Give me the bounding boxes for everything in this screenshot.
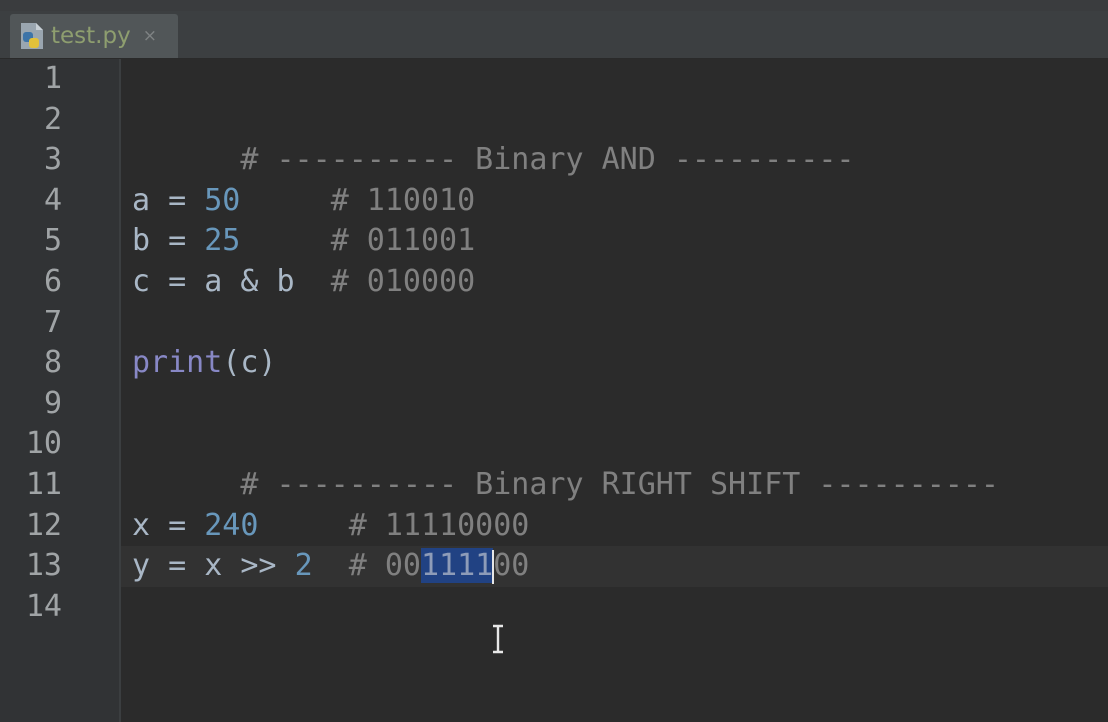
operator: = xyxy=(150,507,205,543)
line-number: 12 xyxy=(25,507,62,543)
expression: y = x >> xyxy=(132,548,295,584)
tab-test-py[interactable]: test.py × xyxy=(10,14,178,58)
code-line-10[interactable]: # ---------- Binary RIGHT SHIFT --------… xyxy=(132,424,999,502)
line-number-gutter: 1 2 3 4 5 6 7 8 9 10 11 12 13 14 xyxy=(0,59,121,722)
line-number: 2 xyxy=(43,101,62,137)
python-file-icon xyxy=(19,21,45,51)
line-number: 5 xyxy=(43,223,62,259)
number-literal: 2 xyxy=(294,548,313,584)
tab-label: test.py xyxy=(51,23,131,49)
number-literal: 50 xyxy=(204,182,241,218)
comment: # 110010 xyxy=(330,182,476,218)
ibeam-cursor-icon xyxy=(490,624,506,654)
comment: # ---------- Binary AND ---------- xyxy=(240,142,855,178)
line-number: 8 xyxy=(43,345,62,381)
line-number: 4 xyxy=(43,182,62,218)
code-line-13[interactable]: y = x >> 2 # 00111100 xyxy=(132,546,529,587)
operator: = xyxy=(150,182,205,218)
expression: c = a & b xyxy=(132,264,331,299)
line-number: 7 xyxy=(43,304,62,340)
line-number: 11 xyxy=(25,467,62,502)
ide-window: test.py × 1 2 3 4 5 6 7 8 9 10 11 12 13 … xyxy=(0,0,1108,722)
comment: # 11110000 xyxy=(348,507,530,543)
line-number: 3 xyxy=(43,142,62,178)
comment: # 00 xyxy=(348,548,421,584)
line-number: 1 xyxy=(43,61,62,96)
line-number: 13 xyxy=(25,548,62,584)
text-selection: 1111 xyxy=(421,548,494,584)
builtin-function: print xyxy=(132,345,223,381)
code-line-2[interactable]: # ---------- Binary AND ---------- xyxy=(132,100,854,177)
editor-tab-bar: test.py × xyxy=(0,11,1108,59)
comment: # ---------- Binary RIGHT SHIFT --------… xyxy=(240,466,999,502)
identifier: a xyxy=(132,182,151,218)
number-literal: 240 xyxy=(204,507,259,543)
identifier: x xyxy=(132,507,151,543)
comment: # 011001 xyxy=(330,223,476,259)
line-number: 6 xyxy=(43,264,62,299)
code-line-5[interactable]: b = 25 # 011001 xyxy=(132,221,475,262)
comment: 00 xyxy=(493,548,530,584)
line-number: 14 xyxy=(25,588,62,624)
code-editor[interactable]: 1 2 3 4 5 6 7 8 9 10 11 12 13 14 # -----… xyxy=(0,59,1108,722)
code-line-12[interactable]: x = 240 # 11110000 xyxy=(132,506,529,547)
call-arguments: (c) xyxy=(222,345,277,381)
number-literal: 25 xyxy=(204,223,241,259)
comment: # 010000 xyxy=(330,264,476,299)
code-line-8[interactable]: print(c) xyxy=(132,343,277,384)
code-line-4[interactable]: a = 50 # 110010 xyxy=(132,181,475,222)
line-number: 9 xyxy=(43,385,62,421)
line-number: 10 xyxy=(25,426,62,462)
top-toolbar-strip xyxy=(0,0,1108,11)
code-line-6[interactable]: c = a & b # 010000 xyxy=(132,262,475,303)
operator: = xyxy=(150,223,205,259)
tab-close-icon[interactable]: × xyxy=(143,26,157,46)
identifier: b xyxy=(132,223,151,259)
